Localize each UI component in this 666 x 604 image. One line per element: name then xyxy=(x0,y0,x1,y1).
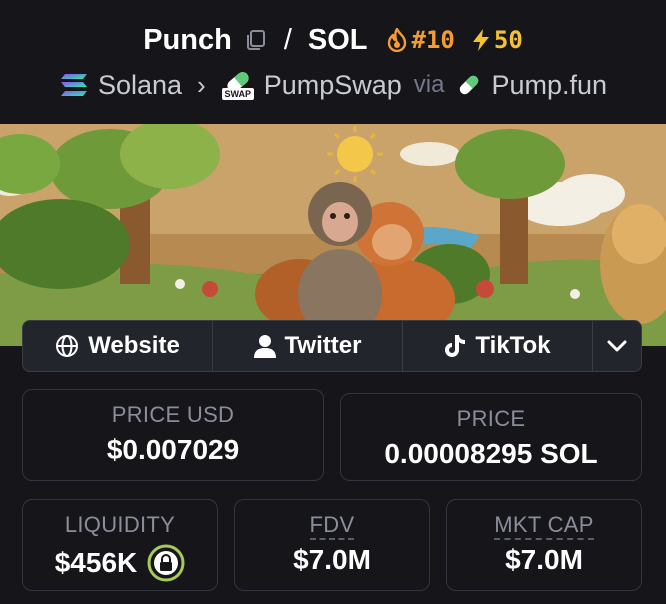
lock-icon[interactable] xyxy=(147,544,185,582)
liquidity-value: $456K xyxy=(54,547,138,578)
user-icon xyxy=(253,335,276,358)
chain-name[interactable]: Solana xyxy=(98,70,182,101)
fdv-card: FDV $7.0M xyxy=(234,499,430,591)
pair-title-row: Punch / SOL #10 50 xyxy=(0,20,666,60)
rank-value: #10 xyxy=(411,26,455,54)
dex-name[interactable]: PumpSwap xyxy=(264,70,402,101)
lightning-icon xyxy=(472,29,489,51)
tiktok-label: TikTok xyxy=(475,332,551,359)
liquidity-label: LIQUIDITY xyxy=(64,512,176,537)
pill-icon xyxy=(460,75,479,95)
pair-header: Punch / SOL #10 50 Solana › SWAP PumpSwa… xyxy=(0,0,666,122)
pair-separator: / xyxy=(283,23,292,56)
tiktok-link-button[interactable]: TikTok xyxy=(403,321,593,371)
boost-value: 50 xyxy=(493,26,523,54)
fdv-label[interactable]: FDV xyxy=(309,512,355,540)
tiktok-icon xyxy=(445,335,466,357)
twitter-label: Twitter xyxy=(284,332,362,359)
copy-icon[interactable] xyxy=(244,28,268,52)
token-banner-image xyxy=(0,124,666,346)
price-native-value: 0.00008295 SOL xyxy=(384,438,598,469)
price-native-card: PRICE 0.00008295 SOL xyxy=(340,393,642,481)
fdv-value: $7.0M xyxy=(293,544,371,575)
market-cap-value: $7.0M xyxy=(505,544,583,575)
market-cap-card: MKT CAP $7.0M xyxy=(446,499,642,591)
trending-rank[interactable]: #10 xyxy=(386,26,455,54)
liquidity-value-row: $456K xyxy=(55,544,186,582)
via-label: via xyxy=(413,71,445,98)
social-links-bar: Website Twitter TikTok xyxy=(22,320,642,372)
boost-count[interactable]: 50 xyxy=(471,26,523,54)
chevron-right-icon: › xyxy=(197,69,206,100)
market-cap-label[interactable]: MKT CAP xyxy=(494,512,594,540)
fire-icon xyxy=(387,28,406,52)
chain-breadcrumb: Solana › SWAP PumpSwap via Pump.fun xyxy=(0,66,666,104)
website-label: Website xyxy=(88,332,180,359)
globe-icon xyxy=(56,335,79,357)
token-name: Punch xyxy=(143,23,232,56)
pumpswap-icon: SWAP xyxy=(221,69,255,101)
price-native-label: PRICE xyxy=(456,406,526,431)
price-usd-value: $0.007029 xyxy=(106,434,240,465)
launchpad-name[interactable]: Pump.fun xyxy=(491,70,607,101)
twitter-link-button[interactable]: Twitter xyxy=(213,321,403,371)
website-link-button[interactable]: Website xyxy=(23,321,213,371)
quote-token: SOL xyxy=(307,23,368,56)
solana-icon xyxy=(60,74,87,96)
chevron-down-icon xyxy=(607,340,627,352)
price-usd-label: PRICE USD xyxy=(111,402,235,427)
price-usd-card: PRICE USD $0.007029 xyxy=(22,389,324,481)
pumpswap-badge: SWAP xyxy=(224,89,251,99)
liquidity-card: LIQUIDITY $456K xyxy=(22,499,218,591)
more-links-button[interactable] xyxy=(593,321,641,371)
